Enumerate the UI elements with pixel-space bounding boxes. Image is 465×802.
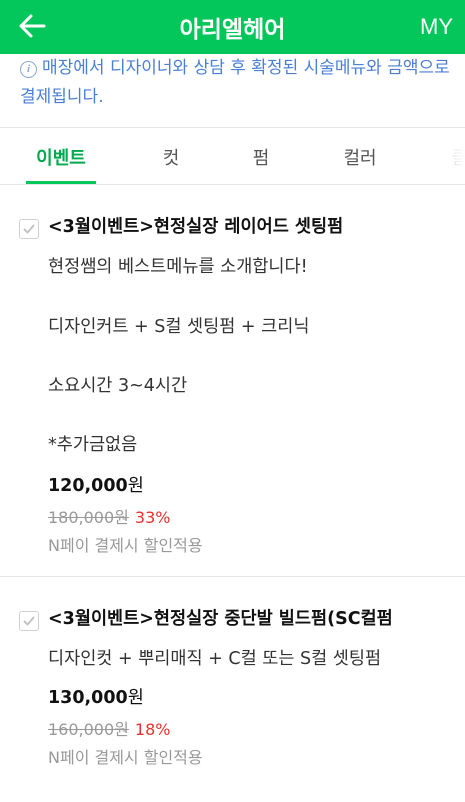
- page-title: 아리엘헤어: [179, 17, 286, 43]
- discount-rate: 18%: [134, 720, 171, 739]
- item-checkbox[interactable]: [19, 219, 39, 239]
- tab-event[interactable]: 이벤트: [18, 128, 104, 185]
- notice-text: i 매장에서 디자이너와 상담 후 확정된 시술메뉴와 금액으로 결제됩니다.: [20, 54, 450, 112]
- item-checkbox[interactable]: [19, 611, 39, 631]
- item-description: 소요시간 3~4시간: [48, 376, 188, 396]
- check-icon: [23, 616, 35, 626]
- item-original-price: 160,000원 18%: [48, 716, 170, 740]
- page: 아리엘헤어 MY i 매장에서 디자이너와 상담 후 확정된 시술메뉴와 금액으로…: [0, 0, 465, 802]
- app-header: 아리엘헤어 MY: [0, 0, 465, 54]
- price-unit: 원: [127, 688, 144, 708]
- original-price-value: 180,000원: [48, 508, 129, 527]
- tab-clinic[interactable]: 클: [440, 128, 465, 185]
- tab-cut[interactable]: 컷: [146, 128, 196, 185]
- menu-item[interactable]: <3월이벤트>현정실장 중단발 빌드펌(SC컬펌 디자인컷 + 뿌리매직 + C…: [0, 577, 465, 802]
- discount-rate: 33%: [134, 508, 171, 527]
- npay-discount-note: N페이 결제시 할인적용: [48, 748, 203, 767]
- tab-perm[interactable]: 펌: [236, 128, 286, 185]
- item-title: <3월이벤트>현정실장 중단발 빌드펌(SC컬펌: [48, 609, 393, 629]
- price-unit: 원: [127, 476, 144, 496]
- check-icon: [23, 224, 35, 234]
- npay-discount-note: N페이 결제시 할인적용: [48, 536, 203, 555]
- item-original-price: 180,000원 33%: [48, 504, 170, 528]
- menu-item[interactable]: <3월이벤트>현정실장 레이어드 셋팅펌 현정쌤의 베스트메뉴를 소개합니다! …: [0, 185, 465, 576]
- item-description: 디자인커트 + S컬 셋팅펌 + 크리닉: [48, 317, 310, 337]
- category-tabs: 이벤트 컷 펌 컬러 클: [0, 128, 465, 185]
- back-button[interactable]: [14, 8, 50, 44]
- item-price: 120,000원: [48, 472, 144, 497]
- arrow-left-icon: [19, 14, 46, 38]
- item-description: *추가금없음: [48, 435, 138, 455]
- item-description: 디자인컷 + 뿌리매직 + C컬 또는 S컬 셋팅펌: [48, 649, 382, 669]
- tab-color[interactable]: 컬러: [330, 128, 390, 185]
- original-price-value: 160,000원: [48, 720, 129, 739]
- item-title: <3월이벤트>현정실장 레이어드 셋팅펌: [48, 217, 344, 237]
- info-icon: i: [20, 61, 37, 78]
- item-description: 현정쌤의 베스트메뉴를 소개합니다!: [48, 257, 308, 277]
- price-value: 120,000: [48, 476, 128, 496]
- my-button[interactable]: MY: [420, 0, 453, 54]
- price-value: 130,000: [48, 688, 128, 708]
- item-price: 130,000원: [48, 684, 144, 709]
- notice-label: 매장에서 디자이너와 상담 후 확정된 시술메뉴와 금액으로 결제됩니다.: [20, 58, 450, 107]
